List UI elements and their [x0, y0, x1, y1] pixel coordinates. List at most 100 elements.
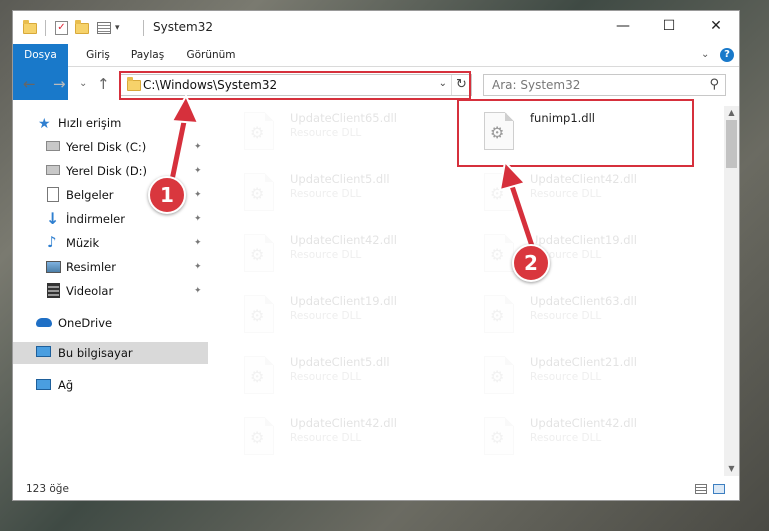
- file-name: UpdateClient5.dll: [290, 355, 390, 369]
- file-name: UpdateClient42.dll: [530, 416, 637, 430]
- search-placeholder[interactable]: Ara: System32: [492, 78, 580, 92]
- expand-ribbon-icon[interactable]: ⌄: [701, 49, 709, 60]
- file-item[interactable]: ⚙ UpdateClient42.dll Resource DLL: [231, 230, 451, 286]
- search-box[interactable]: Ara: System32 ⚲: [483, 74, 726, 96]
- file-item[interactable]: ⚙ UpdateClient19.dll Resource DLL: [471, 230, 691, 286]
- dll-file-icon: ⚙: [484, 417, 514, 455]
- large-icons-view-icon[interactable]: [713, 484, 725, 494]
- pin-icon[interactable]: ✦: [194, 238, 202, 248]
- sidebar-item-quick-access[interactable]: ★ Hızlı erişim: [13, 112, 208, 134]
- file-name: UpdateClient42.dll: [290, 233, 397, 247]
- network-icon: [36, 379, 51, 390]
- pin-icon[interactable]: ✦: [194, 142, 202, 152]
- sidebar-item-label: Hızlı erişim: [58, 116, 122, 130]
- tab-view[interactable]: Görünüm: [181, 44, 241, 67]
- drive-icon: [46, 141, 60, 151]
- dll-file-icon: ⚙: [244, 112, 274, 150]
- sidebar-item-videos[interactable]: Videolar ✦: [13, 280, 208, 302]
- file-type: Resource DLL: [290, 249, 362, 261]
- cloud-icon: [36, 318, 52, 327]
- maximize-button[interactable]: ☐: [646, 11, 692, 41]
- rename-icon[interactable]: [97, 19, 111, 37]
- music-icon: ♪: [47, 233, 57, 251]
- pin-icon[interactable]: ✦: [194, 286, 202, 296]
- dll-file-icon: ⚙: [484, 173, 514, 211]
- sidebar-item-onedrive[interactable]: OneDrive: [13, 312, 208, 334]
- file-item[interactable]: ⚙ UpdateClient5.dll Resource DLL: [231, 169, 451, 225]
- up-button[interactable]: ↑: [97, 75, 110, 93]
- quick-access-caret-icon[interactable]: ▾: [115, 19, 120, 37]
- file-item[interactable]: ⚙ UpdateClient21.dll Resource DLL: [471, 352, 691, 408]
- pictures-icon: [46, 261, 61, 273]
- sidebar-item-label: Bu bilgisayar: [58, 346, 133, 360]
- tab-home[interactable]: Giriş: [73, 44, 123, 67]
- dll-file-icon: ⚙: [244, 417, 274, 455]
- pin-icon[interactable]: ✦: [194, 214, 202, 224]
- sidebar-item-label: Videolar: [66, 284, 114, 298]
- file-type: Resource DLL: [530, 371, 602, 383]
- status-bar: 123 öğe: [13, 479, 739, 500]
- sidebar-item-network[interactable]: Ağ: [13, 374, 208, 396]
- sidebar-item-music[interactable]: ♪ Müzik ✦: [13, 232, 208, 254]
- sidebar-item-downloads[interactable]: ↓ İndirmeler ✦: [13, 208, 208, 230]
- item-count: 123 öğe: [26, 483, 69, 495]
- dll-file-icon: ⚙: [484, 295, 514, 333]
- file-name: UpdateClient19.dll: [530, 233, 637, 247]
- file-type: Resource DLL: [290, 371, 362, 383]
- drive-icon: [46, 165, 60, 175]
- separator: [143, 19, 144, 37]
- folder-icon: [23, 19, 37, 37]
- close-button[interactable]: ✕: [693, 11, 739, 41]
- tab-share[interactable]: Paylaş: [125, 44, 170, 67]
- file-name: UpdateClient42.dll: [530, 172, 637, 186]
- computer-icon: [36, 346, 51, 357]
- title-bar: ✓ ▾ System32 — ☐ ✕: [13, 11, 739, 43]
- address-highlight-box: [119, 71, 471, 100]
- download-icon: ↓: [46, 209, 60, 228]
- file-type: Resource DLL: [290, 127, 362, 139]
- scroll-down-button[interactable]: ▼: [724, 462, 739, 476]
- search-icon[interactable]: ⚲: [709, 77, 719, 92]
- vertical-scrollbar[interactable]: ▲ ▼: [724, 106, 739, 476]
- file-item[interactable]: ⚙ UpdateClient5.dll Resource DLL: [231, 352, 451, 408]
- step-1-badge: 1: [148, 176, 186, 214]
- sidebar-item-label: İndirmeler: [66, 212, 125, 226]
- step-2-badge: 2: [512, 244, 550, 282]
- separator: [45, 19, 46, 37]
- forward-button[interactable]: →: [53, 75, 66, 93]
- file-type: Resource DLL: [530, 432, 602, 444]
- file-type: Resource DLL: [530, 310, 602, 322]
- file-item[interactable]: ⚙ UpdateClient65.dll Resource DLL: [231, 108, 451, 164]
- explorer-window: ✓ ▾ System32 — ☐ ✕ Dosya Giriş Paylaş Gö…: [12, 10, 740, 501]
- scroll-up-button[interactable]: ▲: [724, 106, 739, 120]
- file-name: UpdateClient63.dll: [530, 294, 637, 308]
- pin-icon[interactable]: ✦: [194, 166, 202, 176]
- sidebar-item-this-pc[interactable]: Bu bilgisayar: [13, 342, 208, 364]
- minimize-button[interactable]: —: [600, 11, 646, 41]
- scroll-thumb[interactable]: [726, 120, 737, 168]
- file-item[interactable]: ⚙ UpdateClient42.dll Resource DLL: [231, 413, 451, 469]
- pin-icon[interactable]: ✦: [194, 262, 202, 272]
- dll-file-icon: ⚙: [244, 173, 274, 211]
- dll-file-icon: ⚙: [484, 234, 514, 272]
- new-folder-icon[interactable]: [75, 19, 89, 37]
- recent-locations-button[interactable]: ⌄: [79, 78, 87, 89]
- dll-file-icon: ⚙: [244, 356, 274, 394]
- sidebar-item-pictures[interactable]: Resimler ✦: [13, 256, 208, 278]
- video-icon: [47, 283, 60, 298]
- help-icon[interactable]: ?: [720, 48, 734, 62]
- file-item[interactable]: ⚙ UpdateClient42.dll Resource DLL: [471, 413, 691, 469]
- sidebar-item-local-disk-d[interactable]: Yerel Disk (D:) ✦: [13, 160, 208, 182]
- file-name: UpdateClient19.dll: [290, 294, 397, 308]
- properties-check-icon[interactable]: ✓: [55, 19, 68, 37]
- sidebar-item-label: Resimler: [66, 260, 116, 274]
- pin-icon[interactable]: ✦: [194, 190, 202, 200]
- sidebar-item-local-disk-c[interactable]: Yerel Disk (C:) ✦: [13, 136, 208, 158]
- file-name: UpdateClient5.dll: [290, 172, 390, 186]
- file-item[interactable]: ⚙ UpdateClient42.dll Resource DLL: [471, 169, 691, 225]
- details-view-icon[interactable]: [695, 484, 707, 494]
- file-item[interactable]: ⚙ UpdateClient63.dll Resource DLL: [471, 291, 691, 347]
- navigation-bar: ← → ⌄ ↑ C:\Windows\System32 ⌄ ↻ Ara: Sys…: [13, 68, 739, 102]
- back-button[interactable]: ←: [23, 75, 36, 93]
- file-item[interactable]: ⚙ UpdateClient19.dll Resource DLL: [231, 291, 451, 347]
